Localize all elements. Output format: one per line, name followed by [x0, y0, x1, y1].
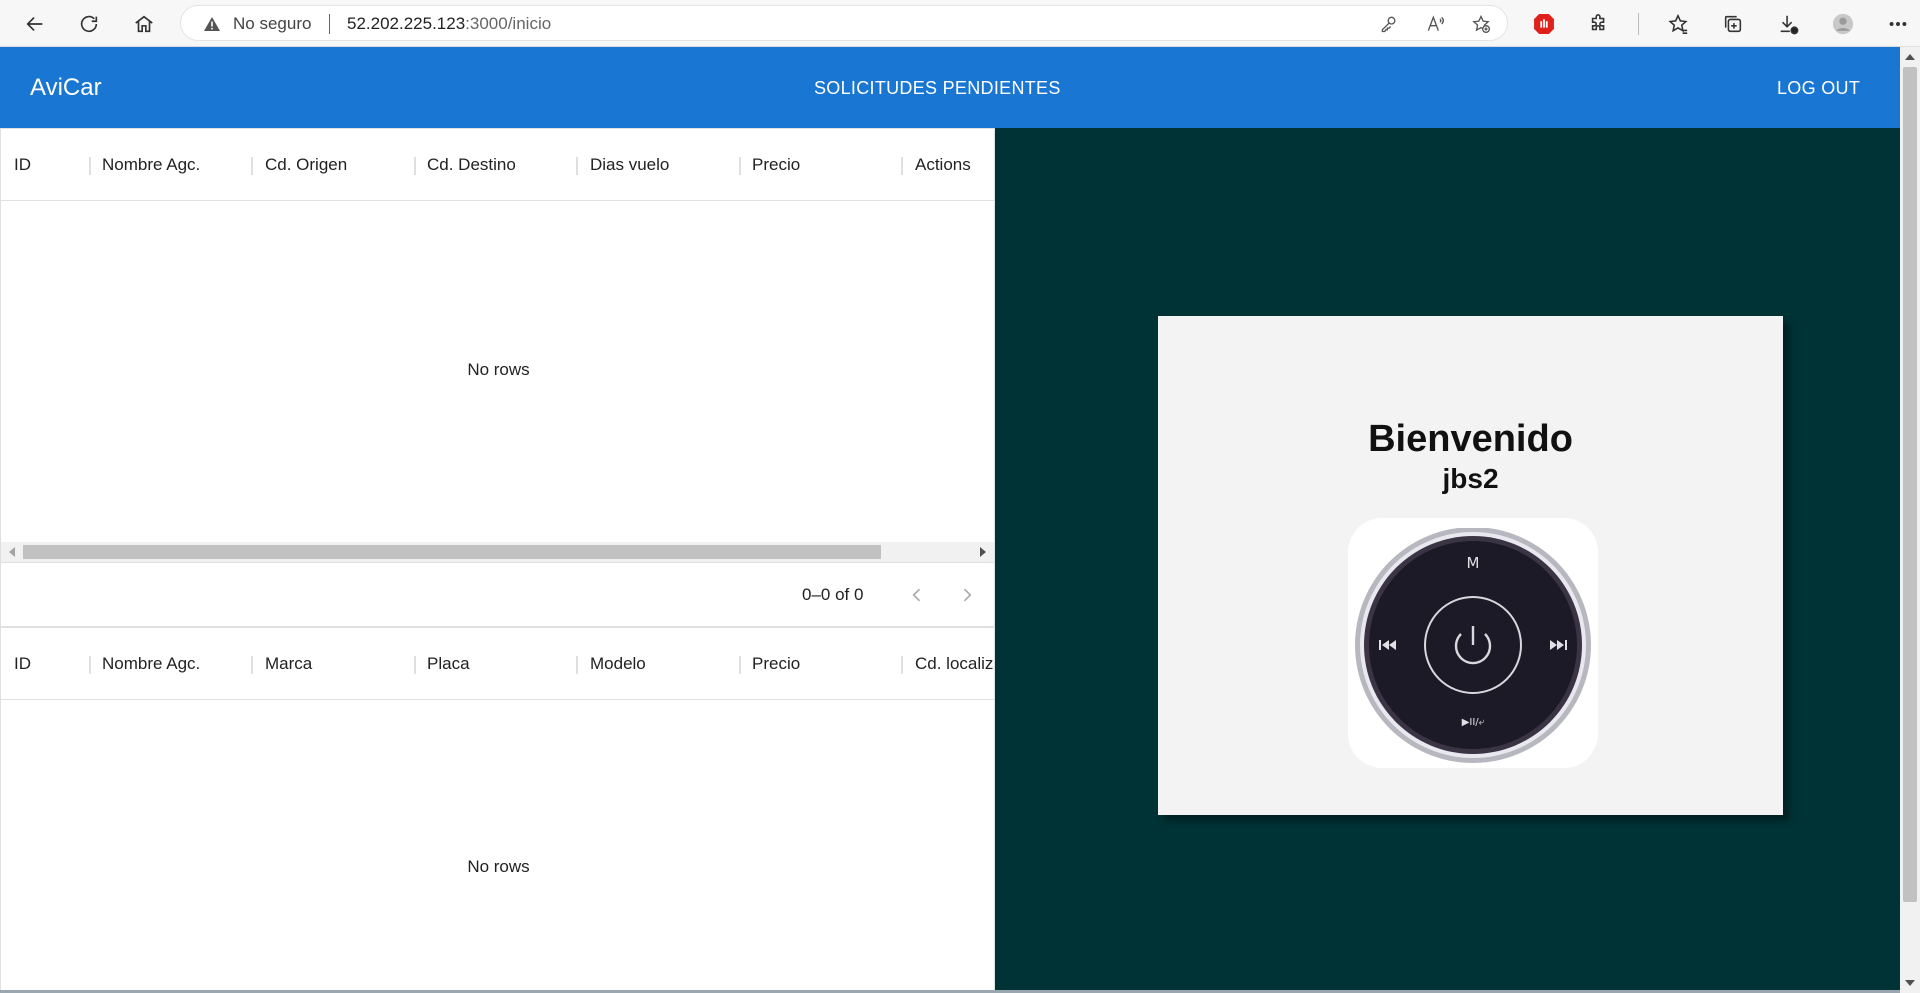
column-header[interactable]: ID [14, 654, 31, 674]
remote-mode-label: M [1467, 554, 1480, 572]
avatar-icon [1832, 13, 1854, 35]
download-icon [1780, 15, 1799, 35]
adblock-icon [1534, 14, 1554, 34]
refresh-icon [80, 15, 98, 33]
remote-control-icon: M ▶II/⤶ [1355, 528, 1591, 763]
column-header[interactable]: Marca [265, 654, 312, 674]
favorites-star-icon [1668, 13, 1688, 34]
browser-toolbar: No seguro 52.202.225.123:3000/inicio [0, 0, 1920, 47]
read-aloud-button[interactable] [1421, 12, 1449, 36]
puzzle-icon [1591, 14, 1605, 31]
column-separator[interactable] [89, 157, 91, 175]
column-header[interactable]: Nombre Agc. [102, 155, 200, 175]
scrollbar-thumb[interactable] [23, 545, 881, 559]
downloads-button[interactable] [1772, 8, 1804, 40]
add-favorite-button[interactable] [1467, 12, 1495, 36]
cars-empty-message: No rows [467, 857, 530, 876]
logout-button[interactable]: LOG OUT [1777, 78, 1860, 99]
refresh-button[interactable] [73, 8, 105, 40]
flights-horizontal-scrollbar[interactable] [1, 542, 994, 562]
url-text[interactable]: 52.202.225.123:3000/inicio [347, 14, 551, 34]
column-header[interactable]: Cd. Origen [265, 155, 347, 175]
column-header[interactable]: Precio [752, 155, 800, 175]
scroll-up-icon[interactable] [1905, 54, 1915, 60]
star-add-icon [1472, 14, 1490, 33]
next-page-button[interactable] [951, 579, 983, 611]
pending-requests-link[interactable]: SOLICITUDES PENDIENTES [814, 78, 1061, 99]
column-header[interactable]: Cd. Destino [427, 155, 516, 175]
flights-pagination: 0–0 of 0 [1, 562, 994, 626]
column-separator[interactable] [576, 656, 578, 674]
column-header[interactable]: Precio [752, 654, 800, 674]
column-separator[interactable] [414, 157, 416, 175]
column-separator[interactable] [89, 656, 91, 674]
tables-panel: ID Nombre Agc. Cd. Origen Cd. Destino Di… [0, 128, 995, 990]
welcome-username: jbs2 [1442, 463, 1499, 494]
home-icon [135, 15, 153, 33]
adblock-extension-button[interactable] [1528, 8, 1560, 40]
column-separator[interactable] [251, 656, 253, 674]
app-bar: AviCar SOLICITUDES PENDIENTES LOG OUT [0, 47, 1900, 128]
profile-button[interactable] [1827, 8, 1859, 40]
column-header[interactable]: Dias vuelo [590, 155, 669, 175]
flights-grid: ID Nombre Agc. Cd. Origen Cd. Destino Di… [0, 128, 995, 627]
welcome-card: Bienvenido jbs2 M ▶II/⤶ [1158, 316, 1783, 815]
column-separator[interactable] [739, 656, 741, 674]
flights-grid-header: ID Nombre Agc. Cd. Origen Cd. Destino Di… [1, 129, 994, 201]
collections-icon [1724, 15, 1742, 33]
column-header[interactable]: Placa [427, 654, 470, 674]
scroll-down-icon[interactable] [1905, 980, 1915, 986]
toolbar-divider [1638, 13, 1639, 35]
flights-empty-message: No rows [467, 360, 530, 379]
column-separator[interactable] [251, 157, 253, 175]
column-header[interactable]: ID [14, 155, 31, 175]
column-header[interactable]: Cd. localiz [915, 654, 993, 674]
pagination-info: 0–0 of 0 [802, 585, 864, 604]
key-icon [1381, 16, 1396, 33]
column-separator[interactable] [901, 157, 903, 175]
address-divider [329, 14, 330, 34]
chevron-left-icon [912, 588, 921, 602]
scroll-right-icon[interactable] [980, 547, 986, 557]
read-aloud-icon [1427, 15, 1444, 31]
extensions-button[interactable] [1583, 8, 1615, 40]
chevron-right-icon [963, 588, 972, 602]
app-brand: AviCar [30, 74, 102, 101]
column-separator[interactable] [739, 157, 741, 175]
cars-grid-header: ID Nombre Agc. Marca Placa Modelo Precio… [1, 628, 994, 700]
password-key-button[interactable] [1375, 12, 1403, 36]
warning-icon [204, 17, 220, 31]
column-header[interactable]: Actions [915, 155, 971, 175]
ellipsis-icon [1889, 22, 1907, 26]
back-arrow-icon [26, 16, 43, 32]
column-separator[interactable] [901, 656, 903, 674]
welcome-panel: Bienvenido jbs2 M ▶II/⤶ [995, 128, 1900, 990]
welcome-title: Bienvenido [1368, 418, 1573, 460]
url-path: :3000/inicio [465, 14, 552, 33]
url-host: 52.202.225.123 [347, 14, 466, 33]
remote-control-image: M ▶II/⤶ [1348, 518, 1598, 768]
column-header[interactable]: Modelo [590, 654, 646, 674]
favorites-button[interactable] [1662, 8, 1694, 40]
cars-grid: ID Nombre Agc. Marca Placa Modelo Precio… [0, 627, 995, 990]
previous-page-button[interactable] [901, 579, 933, 611]
address-bar[interactable]: No seguro 52.202.225.123:3000/inicio [180, 5, 1508, 41]
scroll-left-icon[interactable] [9, 547, 15, 557]
remote-play-label: ▶II/⤶ [1462, 717, 1485, 728]
more-options-button[interactable] [1882, 8, 1914, 40]
collections-button[interactable] [1717, 8, 1749, 40]
home-button[interactable] [128, 8, 160, 40]
column-separator[interactable] [576, 157, 578, 175]
column-header[interactable]: Nombre Agc. [102, 654, 200, 674]
page-vertical-scrollbar[interactable] [1900, 47, 1920, 993]
page-scrollbar-thumb[interactable] [1903, 67, 1917, 902]
column-separator[interactable] [414, 656, 416, 674]
security-status[interactable]: No seguro [233, 14, 311, 34]
back-button[interactable] [19, 8, 51, 40]
